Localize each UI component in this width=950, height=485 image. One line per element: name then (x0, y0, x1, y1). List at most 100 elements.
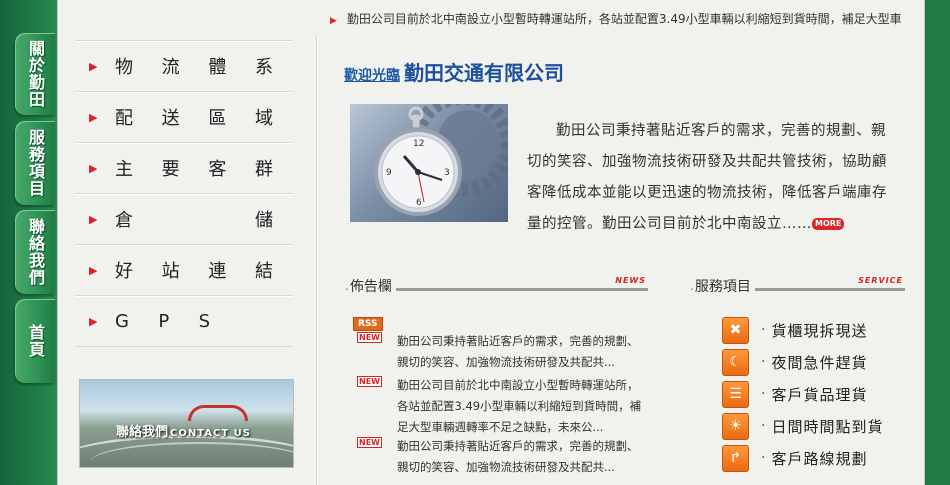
side-tab-services[interactable]: 服務項目 (15, 121, 55, 205)
svg-text:6: 6 (416, 198, 422, 208)
menu-item-label: 倉儲 (115, 206, 273, 232)
news-item-text[interactable]: 勤田公司秉持著貼近客戶的需求，完善的規劃、親切的笑容、加強物流技術研發及共配共.… (397, 436, 647, 478)
news-section-header: . 佈告欄 NEWS (345, 276, 648, 295)
menu-item-delivery-area[interactable]: ▶ 配 送 區 域 (75, 91, 293, 142)
menu-item-label: 物流體系 (115, 53, 273, 79)
service-item-daytime-delivery[interactable]: ☀ · 日間時間點到貨 (722, 410, 912, 442)
menu-char: 倉 (115, 210, 133, 231)
news-tag: NEWS (615, 275, 646, 285)
shelf-icon: ☰ (722, 380, 749, 408)
service-label: 客戶路線規劃 (771, 449, 868, 468)
menu-char: 物 (115, 57, 133, 78)
news-marquee[interactable]: ▶ 勤田公司目前於北中南設立小型暫時轉運站所，各站並配置3.49小型車輛以利縮短到… (330, 10, 902, 27)
menu-char: 系 (254, 57, 273, 78)
new-badge-icon: NEW (357, 332, 382, 343)
bullet-icon: · (761, 322, 766, 338)
menu-char: 連 (208, 261, 227, 282)
side-tab-about-label: 關於勤田 (26, 40, 45, 108)
stopwatch-photo: 12 3 6 9 (350, 104, 508, 222)
menu-item-warehousing[interactable]: ▶ 倉儲 (75, 193, 293, 244)
svg-text:9: 9 (386, 168, 392, 178)
bullet-icon: · (761, 386, 766, 402)
column-divider (316, 35, 318, 485)
night-truck-icon: ☾ (722, 348, 749, 376)
svg-text:12: 12 (413, 139, 424, 149)
menu-char: 送 (161, 108, 180, 129)
menu-item-gps[interactable]: ▶ G P S (75, 295, 293, 346)
svg-text:3: 3 (444, 168, 450, 178)
stopwatch-illustration: 12 3 6 9 (374, 104, 508, 216)
menu-arrow-icon: ▶ (89, 212, 98, 226)
menu-item-label: GPS (115, 311, 210, 332)
menu-item-label: 好站連結 (115, 257, 273, 283)
menu-char: P (158, 310, 170, 332)
news-item[interactable]: NEW 勤田公司秉持著貼近客戶的需求，完善的規劃、親切的笑容、加強物流技術研發及… (357, 331, 647, 373)
menu-char: 流 (161, 57, 180, 78)
bridge-graphic (188, 405, 248, 421)
right-edge-strip (925, 0, 950, 485)
service-item-route-planning[interactable]: ↱ · 客戶路線規劃 (722, 442, 912, 474)
menu-char: S (198, 310, 210, 332)
menu-item-logistics-system[interactable]: ▶ 物 流 體 系 (75, 40, 293, 91)
day-truck-icon: ☀ (722, 412, 749, 440)
menu-item-links[interactable]: ▶ 好 站 連 結 (75, 244, 293, 295)
menu-char: 要 (161, 159, 180, 180)
welcome-heading: 歡迎光臨 勤田交通有限公司 (344, 57, 564, 86)
menu-char: 客 (208, 159, 227, 180)
company-name: 勤田交通有限公司 (404, 61, 564, 85)
service-item-night-express[interactable]: ☾ · 夜間急件趕貨 (722, 346, 912, 378)
side-tab-home[interactable]: 首頁 (15, 299, 55, 383)
services-header-rule: SERVICE (754, 276, 905, 291)
menu-char: 體 (208, 57, 227, 78)
route-icon: ↱ (722, 444, 749, 472)
menu-arrow-icon: ▶ (89, 110, 98, 124)
bullet-icon: · (761, 354, 766, 370)
marquee-text: 勤田公司目前於北中南設立小型暫時轉運站所，各站並配置3.49小型車輛以利縮短到貨… (346, 12, 902, 26)
new-badge-icon: NEW (357, 437, 382, 448)
news-item-text[interactable]: 勤田公司目前於北中南設立小型暫時轉運站所，各站並配置3.49小型車輛以利縮短到貨… (397, 375, 647, 438)
header-dot-icon: . (345, 279, 349, 293)
contact-us-label: 聯絡我們 CONTACT US (116, 421, 251, 440)
menu-char: 儲 (255, 210, 273, 231)
menu-char: 站 (161, 261, 180, 282)
service-label: 貨櫃現拆現送 (771, 321, 868, 340)
menu-char: 配 (115, 108, 133, 129)
bullet-icon: · (761, 450, 766, 466)
left-menu: ▶ 物流體系 ▶ 配送區域 ▶ 主要客群 ▶ 倉儲 ▶ 好站連結 ▶ GPS (75, 40, 293, 347)
bullet-icon: · (761, 418, 766, 434)
welcome-small: 歡迎光臨 (344, 68, 400, 84)
contact-us-banner[interactable]: 聯絡我們 CONTACT US (79, 379, 294, 468)
side-tab-about[interactable]: 關於勤田 (15, 33, 55, 115)
side-tab-home-label: 首頁 (26, 324, 45, 358)
services-list: ✖ · 貨櫃現拆現送 ☾ · 夜間急件趕貨 ☰ · 客戶貨品理貨 ☀ · 日間時… (722, 314, 912, 474)
rss-button[interactable]: RSS (353, 317, 383, 331)
services-tag: SERVICE (858, 275, 903, 285)
marquee-arrow-icon: ▶ (330, 16, 337, 26)
contact-us-en: CONTACT US (170, 428, 251, 439)
menu-char: 主 (115, 159, 133, 180)
service-item-goods-sorting[interactable]: ☰ · 客戶貨品理貨 (722, 378, 912, 410)
header-dot-icon: . (690, 279, 694, 293)
side-tab-contact-label: 聯絡我們 (26, 218, 45, 286)
menu-item-label: 主要客群 (115, 155, 273, 181)
tools-icon: ✖ (722, 316, 749, 344)
menu-divider (75, 346, 293, 347)
services-section-header: . 服務項目 SERVICE (690, 276, 905, 295)
side-tab-contact[interactable]: 聯絡我們 (15, 210, 55, 294)
contact-us-zh: 聯絡我們 (116, 425, 169, 440)
service-item-container-unloading[interactable]: ✖ · 貨櫃現拆現送 (722, 314, 912, 346)
more-button[interactable]: MORE (812, 218, 845, 230)
menu-char: 區 (208, 108, 227, 129)
service-label: 客戶貨品理貨 (771, 385, 868, 404)
news-item[interactable]: NEW 勤田公司目前於北中南設立小型暫時轉運站所，各站並配置3.49小型車輛以利… (357, 375, 647, 438)
menu-char: 域 (254, 108, 273, 129)
company-intro: 勤田公司秉持著貼近客戶的需求，完善的規劃、親切的笑容、加強物流技術研發及共配共管… (527, 116, 899, 240)
news-item[interactable]: NEW 勤田公司秉持著貼近客戶的需求，完善的規劃、親切的笑容、加強物流技術研發及… (357, 436, 647, 478)
menu-arrow-icon: ▶ (89, 263, 98, 277)
new-badge-icon: NEW (357, 376, 382, 387)
menu-arrow-icon: ▶ (89, 314, 98, 328)
menu-char: 好 (115, 261, 133, 282)
news-header-rule: NEWS (395, 276, 648, 291)
news-item-text[interactable]: 勤田公司秉持著貼近客戶的需求，完善的規劃、親切的笑容、加強物流技術研發及共配共.… (397, 331, 647, 373)
menu-item-main-clients[interactable]: ▶ 主 要 客 群 (75, 142, 293, 193)
